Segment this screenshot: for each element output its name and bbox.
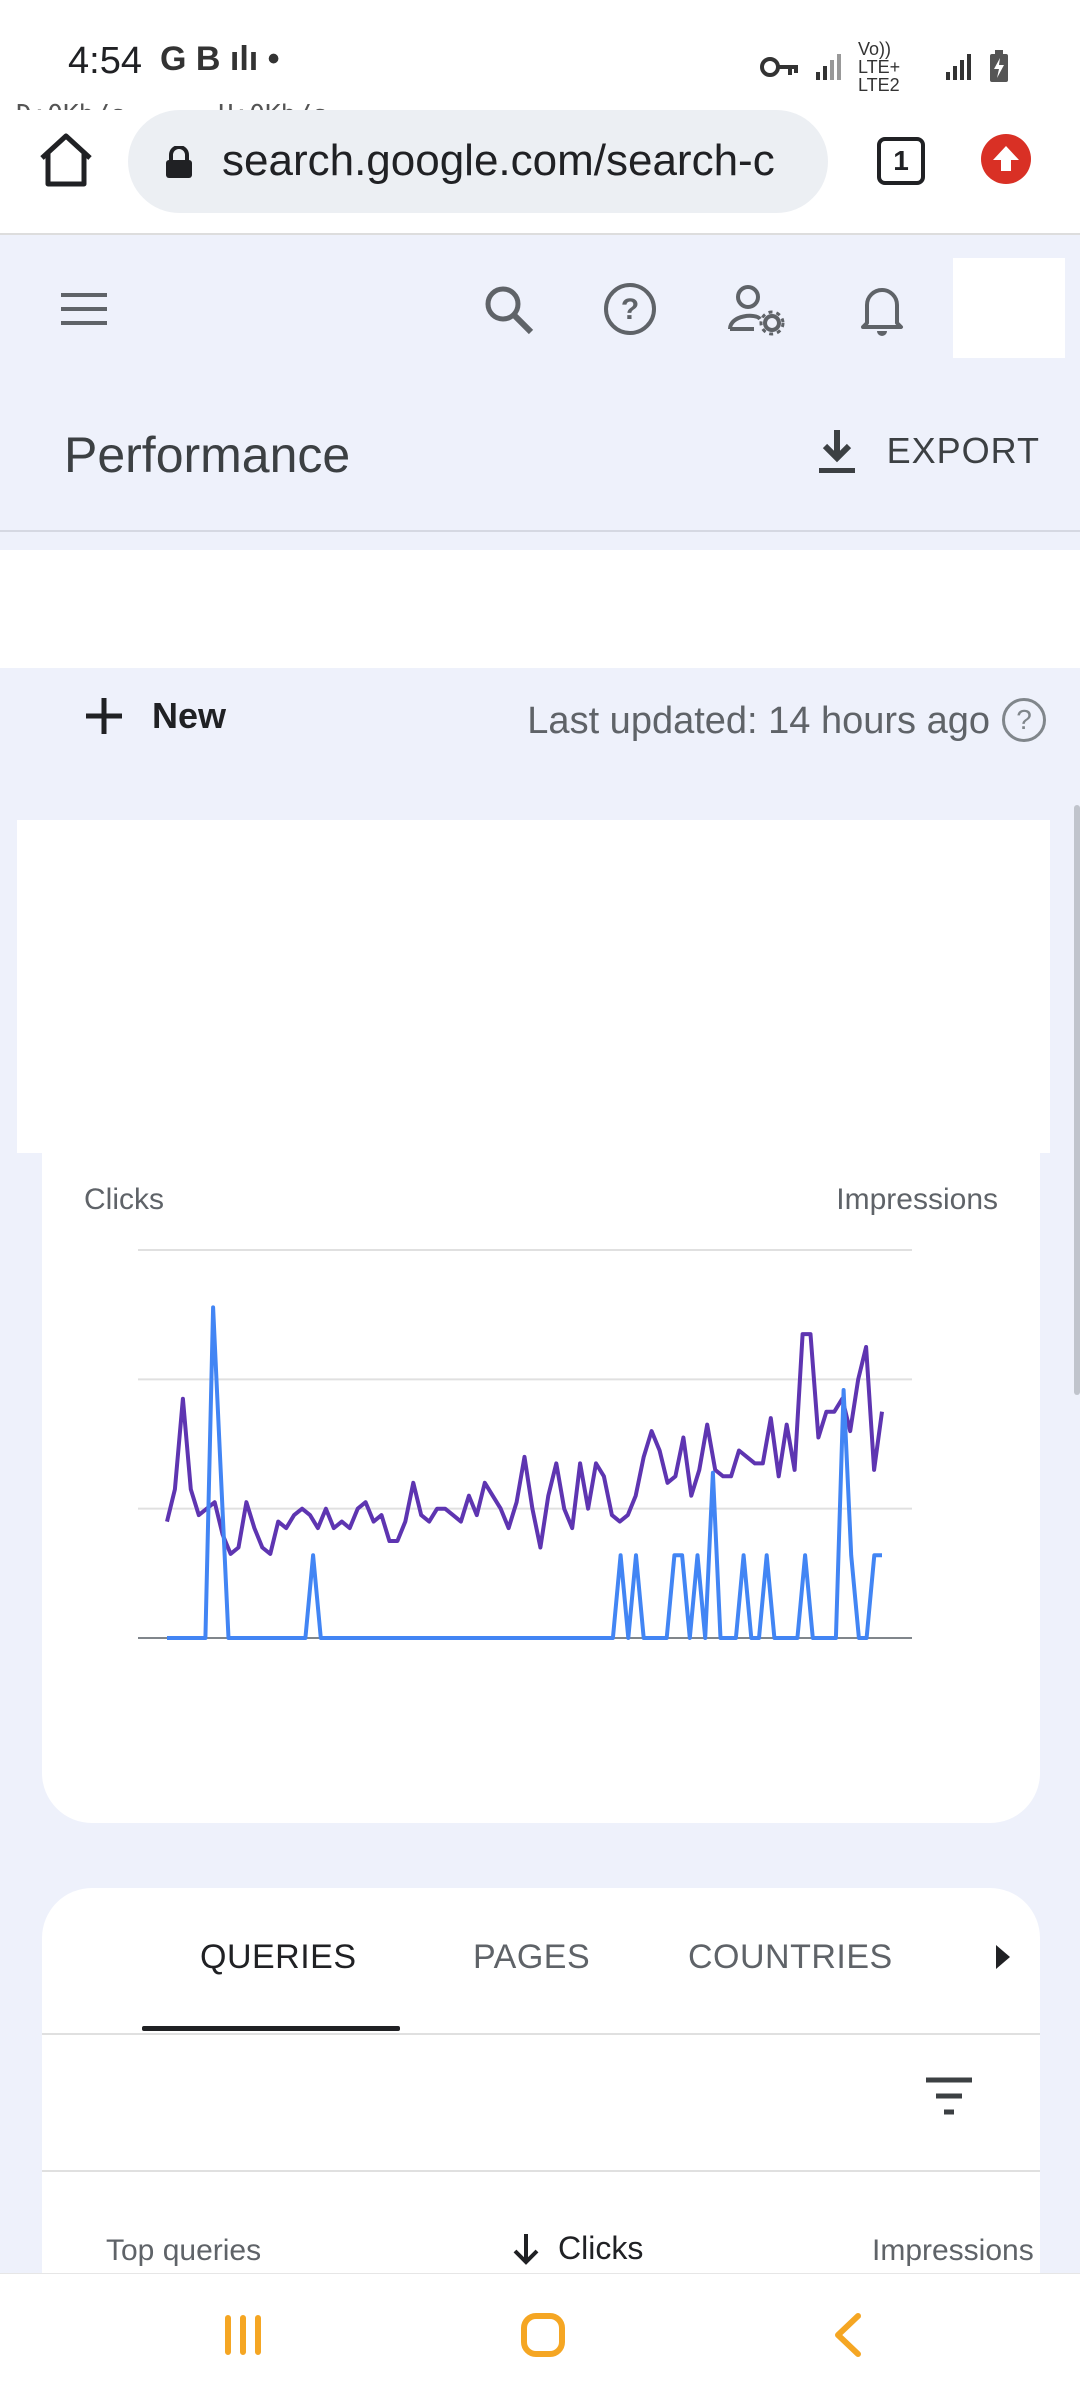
last-updated-text: Last updated: 14 hours ago [527,700,990,742]
filter-bar [0,550,1080,668]
download-icon [818,430,855,473]
hamburger-menu-icon [61,293,107,325]
status-bar: 4:54 G B ılı • Vo)) LTE+ LTE2 [0,0,1080,110]
new-label: New [152,695,227,736]
column-clicks-label: Clicks [558,2230,644,2266]
url-text[interactable]: search.google.com/search-c [222,136,812,186]
metrics-summary-card [17,820,1050,1153]
search-button[interactable] [472,273,544,345]
tab-pages[interactable]: PAGES [473,1938,590,1977]
export-label: EXPORT [886,430,1040,471]
help-icon: ? [604,283,656,335]
battery-charging-icon [990,50,1008,82]
performance-chart-card: Clicks Impressions [42,1153,1040,1823]
column-impressions[interactable]: Impressions [872,2234,1034,2268]
page-title: Performance [64,427,351,483]
svg-text:?: ? [621,293,639,326]
account-avatar[interactable] [953,258,1065,358]
system-navigation-bar [0,2273,1080,2400]
dimensions-card: QUERIES PAGES COUNTRIES Top queries Clic… [42,1888,1040,2288]
status-time: 4:54 [68,40,142,82]
lock-icon[interactable] [164,146,194,178]
help-button[interactable]: ? [594,273,666,345]
signal-icon [816,54,841,80]
arrow-down-icon [513,2233,539,2265]
home-icon[interactable] [36,130,96,190]
tabs-divider [42,2033,1040,2035]
table-divider [42,2170,1040,2172]
tab-queries[interactable]: QUERIES [200,1938,357,1977]
header-divider [0,530,1080,532]
new-filter-button[interactable]: New [84,695,226,737]
export-button[interactable]: EXPORT [817,428,1040,474]
recent-apps-icon[interactable] [222,2314,264,2356]
tabs-scroll-right-icon[interactable] [996,1945,1010,1969]
bell-icon [861,288,903,336]
performance-chart [138,1249,912,1640]
back-icon[interactable] [828,2312,868,2358]
app-header: ? [0,237,1080,387]
last-updated-help-icon[interactable]: ? [1002,698,1046,742]
active-tab-indicator [142,2026,400,2031]
update-button[interactable] [981,134,1031,184]
status-right-icons: Vo)) LTE+ LTE2 [760,40,1010,94]
address-bar[interactable]: search.google.com/search-c [128,110,828,213]
vpn-key-icon [760,57,798,77]
series-line-clicks [167,1305,882,1640]
home-nav-icon[interactable] [520,2312,566,2358]
arrow-up-icon [993,146,1019,171]
column-top-queries: Top queries [106,2234,262,2267]
browser-toolbar: search.google.com/search-c 1 [0,110,1080,235]
notifications-button[interactable] [846,273,918,345]
network-type-label: Vo)) LTE+ LTE2 [858,39,901,95]
user-settings-button[interactable] [720,273,792,345]
plus-icon [86,698,122,734]
tab-switcher-button[interactable]: 1 [877,137,925,185]
search-icon [485,286,534,335]
manage-accounts-icon [728,285,785,336]
menu-button[interactable] [48,273,120,345]
series-line-impressions [165,1332,884,1556]
tab-countries[interactable]: COUNTRIES [688,1938,893,1977]
page-scrollbar[interactable] [1074,805,1080,1395]
signal-icon-2 [946,54,971,80]
filter-icon[interactable] [924,2076,974,2116]
column-clicks-sort[interactable]: Clicks [512,2230,643,2267]
notification-icons: G B ılı • [160,40,280,78]
